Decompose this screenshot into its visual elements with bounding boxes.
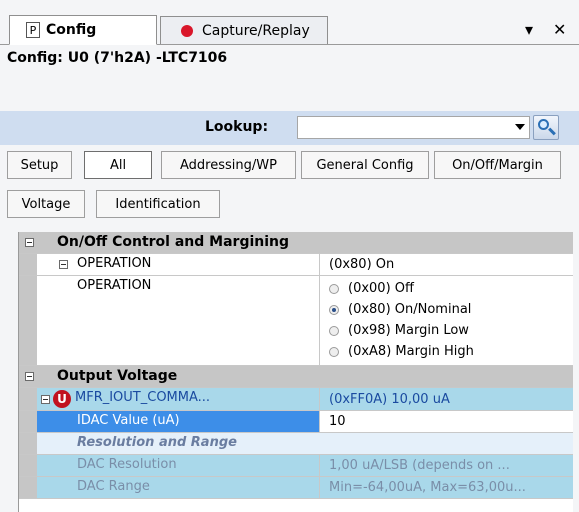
collapse-icon[interactable] xyxy=(25,238,34,247)
tab-config[interactable]: P Config xyxy=(9,15,157,45)
pin-icon[interactable]: P xyxy=(26,22,40,38)
property-value[interactable]: (0x80) On xyxy=(319,254,394,275)
collapse-icon[interactable] xyxy=(25,372,34,381)
property-value[interactable]: (0xFF0A) 10,00 uA xyxy=(319,388,450,410)
close-icon[interactable]: ✕ xyxy=(553,20,566,39)
category-label: On/Off Control and Margining xyxy=(57,234,290,250)
idac-value-input[interactable]: 10 xyxy=(319,411,573,432)
operation-radio-group: (0x00) Off (0x80) On/Nominal (0x98) Margin… xyxy=(319,276,474,365)
property-row-mfr-iout-command[interactable]: U MFR_IOUT_COMMA... (0xFF0A) 10,00 uA xyxy=(19,388,573,411)
subsection-resolution-range: Resolution and Range xyxy=(19,433,573,455)
property-row-idac-value[interactable]: IDAC Value (uA) 10 xyxy=(19,411,573,433)
operation-option[interactable]: (0x80) On/Nominal xyxy=(329,299,474,320)
search-icon xyxy=(538,119,549,130)
search-button[interactable] xyxy=(533,115,559,140)
tab-capture-label: Capture/Replay xyxy=(202,22,310,39)
radio-icon[interactable] xyxy=(329,325,339,336)
filter-setup-button[interactable]: Setup xyxy=(7,151,72,179)
category-label: Output Voltage xyxy=(57,368,178,384)
operation-option[interactable]: (0x00) Off xyxy=(329,278,474,299)
filter-all-button[interactable]: All xyxy=(84,151,152,179)
category-onoff-margining[interactable]: On/Off Control and Margining xyxy=(19,232,573,254)
property-name: OPERATION xyxy=(77,278,152,293)
tab-capture-replay[interactable]: Capture/Replay xyxy=(160,16,328,44)
filter-onoff-margin-button[interactable]: On/Off/Margin xyxy=(434,151,561,179)
chevron-down-icon[interactable]: ▾ xyxy=(525,20,533,39)
operation-option[interactable]: (0x98) Margin Low xyxy=(329,320,474,341)
property-row-operation[interactable]: OPERATION (0x80) On xyxy=(19,254,573,276)
option-label: (0x80) On/Nominal xyxy=(348,302,472,317)
option-label: (0x98) Margin Low xyxy=(348,323,469,338)
property-row-dac-resolution[interactable]: DAC Resolution 1,00 uA/LSB (depends on .… xyxy=(19,455,573,477)
subsection-label: Resolution and Range xyxy=(77,435,237,450)
dropdown-arrow-icon[interactable] xyxy=(515,124,525,130)
property-value: 1,00 uA/LSB (depends on ... xyxy=(319,455,573,476)
operation-option[interactable]: (0xA8) Margin High xyxy=(329,341,474,362)
lookup-label: Lookup: xyxy=(205,119,269,135)
lookup-bar: Lookup: xyxy=(0,111,579,145)
radio-icon[interactable] xyxy=(329,346,339,357)
filter-identification-button[interactable]: Identification xyxy=(96,190,220,218)
option-label: (0xA8) Margin High xyxy=(348,344,474,359)
property-grid: On/Off Control and Margining OPERATION (… xyxy=(18,232,573,512)
property-name: OPERATION xyxy=(77,256,152,271)
collapse-icon[interactable] xyxy=(59,260,68,269)
option-label: (0x00) Off xyxy=(348,281,414,296)
property-name: IDAC Value (uA) xyxy=(77,413,180,428)
property-row-dac-range[interactable]: DAC Range Min=-64,00uA, Max=63,00u... xyxy=(19,477,573,499)
property-name: DAC Resolution xyxy=(77,457,177,472)
property-name: MFR_IOUT_COMMA... xyxy=(75,390,211,405)
lookup-combobox[interactable] xyxy=(297,116,530,139)
property-value: Min=-64,00uA, Max=63,00u... xyxy=(319,477,573,498)
radio-icon[interactable] xyxy=(329,283,339,294)
config-title: Config: U0 (7'h2A) -LTC7106 xyxy=(7,50,228,66)
tab-strip: P Config Capture/Replay ▾ ✕ xyxy=(0,0,579,46)
record-icon xyxy=(181,24,193,37)
tab-config-label: Config xyxy=(46,22,97,38)
radio-icon[interactable] xyxy=(329,304,339,315)
collapse-icon[interactable] xyxy=(41,395,50,404)
user-register-icon: U xyxy=(53,390,71,408)
filter-addressing-button[interactable]: Addressing/WP xyxy=(161,151,296,179)
property-name: DAC Range xyxy=(77,479,150,494)
property-row-operation-options: OPERATION (0x00) Off (0x80) On/Nominal (0x… xyxy=(19,276,573,366)
filter-general-config-button[interactable]: General Config xyxy=(301,151,429,179)
category-output-voltage[interactable]: Output Voltage xyxy=(19,366,573,388)
filter-voltage-button[interactable]: Voltage xyxy=(7,190,85,218)
